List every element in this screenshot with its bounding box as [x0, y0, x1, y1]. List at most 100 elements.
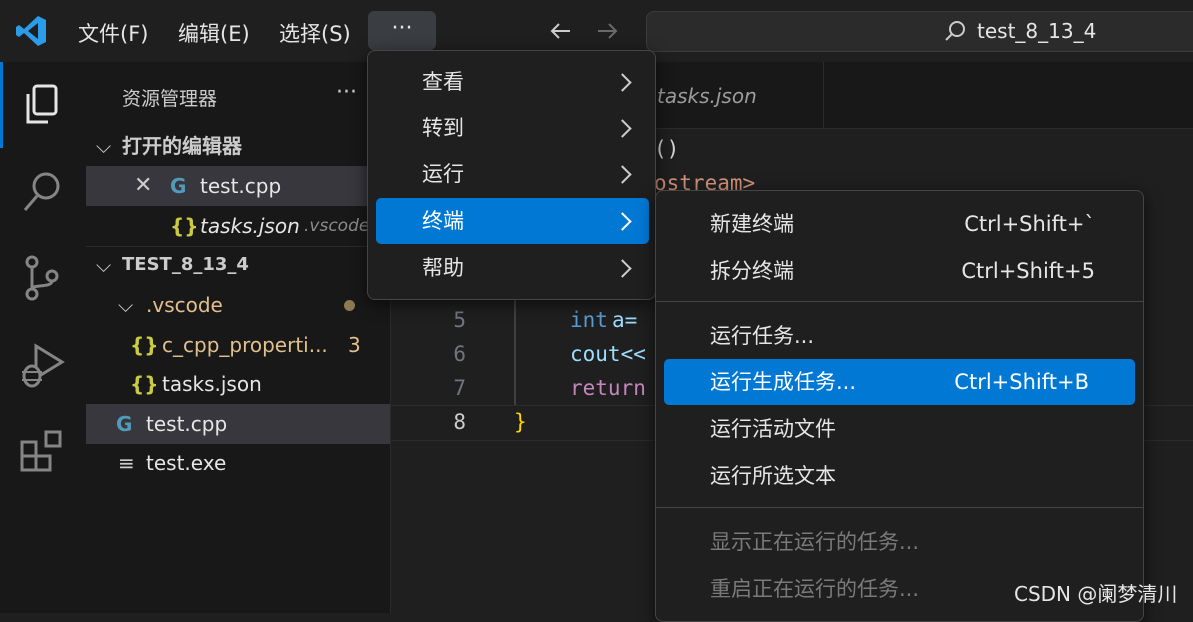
json-file-icon: {} [130, 333, 159, 357]
indent-guide [514, 300, 516, 406]
json-file-icon: {} [170, 214, 199, 238]
menu-item-label: 运行所选文本 [710, 464, 836, 488]
chevron-down-icon: ⌵ [96, 134, 112, 158]
tree-file[interactable]: ≡ test.exe [86, 443, 390, 483]
open-editors-label: 打开的编辑器 [122, 134, 242, 158]
menu-item-shortcut: Ctrl+Shift+5 [961, 259, 1095, 283]
line-number: 5 [453, 308, 466, 332]
tree-folder[interactable]: ⌵ .vscode [86, 285, 390, 325]
code-text: a= [612, 308, 638, 332]
open-editor-item[interactable]: {} tasks.json .vscode [86, 206, 390, 246]
forward-arrow-icon[interactable] [594, 18, 620, 44]
menu-item-new-terminal[interactable]: 新建终端 Ctrl+Shift+` [664, 201, 1135, 247]
menu-item-label: 重启正在运行的任务... [710, 577, 920, 601]
menu-file[interactable]: 文件(F) [78, 18, 148, 48]
chevron-down-icon: ⌵ [96, 253, 112, 277]
cpp-file-icon: G [116, 412, 133, 436]
tree-label: tasks.json [162, 372, 262, 396]
open-editors-header[interactable]: ⌵ 打开的编辑器 [86, 126, 390, 166]
menu-item-run-selected-text[interactable]: 运行所选文本 [664, 453, 1135, 499]
menu-item-label: 运行生成任务... [710, 370, 857, 394]
active-indicator [0, 62, 3, 148]
sidebar-title: 资源管理器 [122, 88, 218, 110]
open-editor-label: test.cpp [200, 174, 282, 198]
file-lines-icon: ≡ [118, 451, 135, 475]
chevron-right-icon [613, 212, 632, 231]
menu-separator [656, 507, 1143, 508]
search-icon [943, 19, 967, 43]
tree-label: .vscode [146, 293, 223, 317]
line-number: 6 [453, 342, 466, 366]
chevron-right-icon [613, 165, 632, 184]
close-icon[interactable]: ✕ [134, 166, 152, 206]
menu-item-label: 转到 [422, 116, 464, 140]
menu-item-label: 运行活动文件 [710, 417, 836, 441]
project-header[interactable]: ⌵ TEST_8_13_4 [86, 245, 390, 285]
tree-label: test.exe [146, 451, 227, 475]
chevron-right-icon [613, 119, 632, 138]
tree-file[interactable]: {} c_cpp_properti... 3 [86, 325, 390, 365]
menu-item-label: 帮助 [422, 256, 464, 280]
menu-item-shortcut: Ctrl+Shift+B [954, 370, 1089, 394]
run-debug-icon[interactable] [18, 340, 66, 390]
problem-count-badge: 3 [348, 333, 361, 357]
extensions-icon[interactable] [20, 428, 66, 474]
menu-item-show-running-tasks: 显示正在运行的任务... [664, 519, 1135, 565]
menu-selection[interactable]: 选择(S) [279, 18, 351, 48]
menu-item-label: 显示正在运行的任务... [710, 530, 920, 554]
json-file-icon: {} [130, 372, 159, 396]
open-editor-dir: .vscode [304, 216, 370, 236]
vscode-logo-icon [14, 14, 48, 48]
modified-dot-icon [344, 300, 355, 311]
menu-item-label: 运行 [422, 162, 464, 186]
menu-item-help[interactable]: 帮助 [376, 245, 649, 291]
search-activity-icon[interactable] [20, 168, 64, 216]
tree-file[interactable]: G test.cpp [86, 404, 390, 444]
menu-item-run-task[interactable]: 运行任务... [664, 313, 1135, 359]
tree-label: test.cpp [146, 412, 228, 436]
tree-file[interactable]: {} tasks.json [86, 364, 390, 404]
code-keyword: int [570, 308, 608, 332]
project-label: TEST_8_13_4 [122, 254, 249, 275]
open-editor-item[interactable]: ✕ G test.cpp [86, 166, 390, 206]
chevron-right-icon [613, 259, 632, 278]
menu-separator [656, 301, 1143, 302]
search-text: test_8_13_4 [977, 19, 1097, 43]
watermark-text: CSDN @阑梦清川 [1014, 582, 1178, 606]
back-arrow-icon[interactable] [548, 18, 574, 44]
explorer-icon[interactable] [20, 82, 64, 130]
source-control-icon[interactable] [20, 254, 64, 302]
menu-item-split-terminal[interactable]: 拆分终端 Ctrl+Shift+5 [664, 248, 1135, 294]
menu-edit[interactable]: 编辑(E) [178, 18, 250, 48]
activity-bar [0, 62, 87, 613]
menu-item-run-build-task[interactable]: 运行生成任务... Ctrl+Shift+B [664, 359, 1135, 405]
more-menu: 查看 转到 运行 终端 帮助 [367, 50, 656, 300]
command-center-search[interactable]: test_8_13_4 [646, 11, 1193, 52]
tab-tasks-json[interactable]: tasks.json [635, 62, 824, 128]
cpp-file-icon: G [170, 174, 187, 198]
code-text: cout<< [570, 342, 646, 366]
line-number: 8 [453, 410, 466, 434]
menu-item-view[interactable]: 查看 [376, 59, 649, 105]
menu-item-goto[interactable]: 转到 [376, 105, 649, 151]
sidebar-more-button[interactable]: ··· [336, 80, 357, 105]
tree-label: c_cpp_properti... [162, 333, 328, 357]
code-fragment: () [654, 137, 680, 161]
code-brace: } [514, 410, 527, 434]
tab-label: tasks.json [657, 84, 757, 108]
open-editor-label: tasks.json [200, 214, 300, 238]
menu-item-label: 查看 [422, 70, 464, 94]
menu-item-label: 终端 [422, 209, 464, 233]
chevron-down-icon: ⌵ [118, 293, 134, 317]
menu-item-run[interactable]: 运行 [376, 151, 649, 197]
terminal-submenu: 新建终端 Ctrl+Shift+` 拆分终端 Ctrl+Shift+5 运行任务… [655, 190, 1144, 622]
menu-item-run-active-file[interactable]: 运行活动文件 [664, 406, 1135, 452]
more-menu-button[interactable]: ··· [368, 11, 436, 50]
chevron-right-icon [613, 73, 632, 92]
menu-item-terminal[interactable]: 终端 [376, 198, 649, 244]
line-number: 7 [453, 376, 466, 400]
menu-item-label: 拆分终端 [710, 259, 794, 283]
menu-item-label: 新建终端 [710, 212, 794, 236]
code-keyword: return [570, 376, 646, 400]
menu-item-shortcut: Ctrl+Shift+` [964, 212, 1095, 236]
